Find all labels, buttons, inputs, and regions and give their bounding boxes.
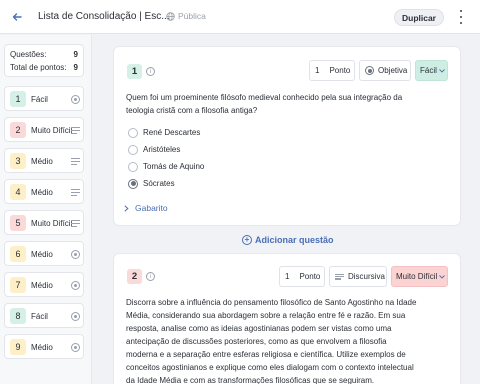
add-question-button[interactable]: + Adicionar questão (242, 235, 334, 245)
question-number-badge: 2 (127, 269, 142, 284)
sidebar-question-item[interactable]: 2 Muito Difícil (4, 117, 84, 142)
question-number-badge: 1 (127, 64, 142, 79)
info-icon[interactable]: i (146, 67, 155, 76)
question-number-badge: 1 (10, 91, 26, 107)
question-type-selector[interactable]: Objetiva (359, 60, 411, 81)
difficulty-label: Médio (31, 343, 53, 352)
question-number-badge: 3 (10, 153, 26, 169)
visibility-status: Pública (166, 11, 206, 21)
difficulty-label: Muito Difícil (31, 219, 73, 228)
difficulty-label: Fácil (31, 95, 48, 104)
question-number-badge: 4 (10, 184, 26, 200)
text-lines-icon (71, 219, 80, 228)
text-lines-icon (335, 273, 344, 281)
info-icon[interactable]: i (146, 272, 155, 281)
back-arrow-icon[interactable] (11, 11, 23, 23)
questions-count-value: 9 (73, 50, 78, 59)
list-stats: Questões: 9 Total de pontos: 9 (4, 44, 84, 77)
total-points-label: Total de pontos: (10, 63, 67, 72)
question-number-badge: 5 (10, 215, 26, 231)
question-text: Quem foi um proeminente filósofo medieva… (126, 93, 403, 115)
questions-count-row: Questões: 9 (10, 48, 78, 61)
sidebar-question-item[interactable]: 7 Médio (4, 272, 84, 297)
answer-option[interactable]: Tomás de Aquino (128, 161, 204, 172)
question-number-badge: 7 (10, 277, 26, 293)
add-question-label: Adicionar questão (255, 235, 334, 245)
option-label: Sócrates (143, 179, 175, 188)
difficulty-selector[interactable]: Fácil (415, 60, 448, 81)
question-sidebar: Questões: 9 Total de pontos: 9 1 Fácil 2 Mu… (0, 35, 92, 384)
answer-option[interactable]: René Descartes (128, 127, 200, 138)
plus-circle-icon: + (242, 235, 252, 245)
sidebar-question-item[interactable]: 4 Médio (4, 179, 84, 204)
chevron-down-icon (439, 274, 446, 279)
difficulty-label: Muito Difícil (31, 126, 73, 135)
points-label: Ponto (329, 66, 351, 75)
option-label: Aristóteles (143, 145, 181, 154)
total-points-value: 9 (73, 63, 78, 72)
sidebar-question-item[interactable]: 6 Médio (4, 241, 84, 266)
points-value: 1 (285, 272, 290, 281)
points-field[interactable]: 1 Ponto (309, 60, 355, 81)
text-lines-icon (71, 157, 80, 166)
duplicate-button[interactable]: Duplicar (394, 9, 444, 26)
radio-icon (71, 343, 80, 352)
question-number-badge: 2 (10, 122, 26, 138)
sidebar-question-item[interactable]: 9 Médio (4, 334, 84, 359)
difficulty-label: Fácil (31, 312, 48, 321)
question-number-badge: 6 (10, 246, 26, 262)
radio-icon (71, 95, 80, 104)
difficulty-label: Médio (31, 281, 53, 290)
chevron-right-icon (124, 204, 129, 212)
question-type-selector[interactable]: Discursiva (329, 266, 387, 287)
radio-icon (71, 250, 80, 259)
radio-icon[interactable] (128, 144, 138, 155)
difficulty-selector[interactable]: Muito Difícil (391, 266, 448, 287)
total-points-row: Total de pontos: 9 (10, 61, 78, 74)
sidebar-question-item[interactable]: 1 Fácil (4, 86, 84, 111)
option-label: Tomás de Aquino (143, 162, 205, 171)
radio-icon[interactable] (128, 127, 138, 138)
sidebar-question-item[interactable]: 8 Fácil (4, 303, 84, 328)
answer-option[interactable]: Aristóteles (128, 144, 180, 155)
question-type-label: Objetiva (378, 66, 408, 75)
chevron-down-icon (439, 68, 445, 73)
difficulty-label: Fácil (420, 66, 437, 75)
visibility-label: Pública (178, 11, 206, 21)
answer-option[interactable]: Sócrates (128, 178, 175, 189)
question-type-label: Discursiva (348, 272, 385, 281)
difficulty-label: Médio (31, 188, 53, 197)
globe-icon (166, 11, 175, 21)
points-value: 1 (315, 66, 320, 75)
points-field[interactable]: 1 Ponto (279, 266, 325, 287)
text-lines-icon (71, 126, 80, 135)
question-number-badge: 9 (10, 339, 26, 355)
answer-key-toggle[interactable]: Gabarito (124, 203, 168, 213)
difficulty-label: Médio (31, 250, 53, 259)
radio-icon[interactable] (128, 161, 138, 172)
question-card-1: 1 i 1 Ponto Objetiva Fácil Quem foi um p… (113, 46, 461, 226)
difficulty-label: Médio (31, 157, 53, 166)
text-lines-icon (71, 188, 80, 197)
points-label: Ponto (299, 272, 321, 281)
list-title[interactable]: Lista de Consolidação | Esc... (38, 11, 170, 22)
difficulty-label: Muito Difícil (396, 272, 438, 281)
radio-icon (71, 281, 80, 290)
more-options-icon[interactable] (458, 10, 464, 24)
radio-type-icon (365, 66, 374, 75)
answer-key-label: Gabarito (135, 203, 168, 213)
questions-count-label: Questões: (10, 50, 47, 59)
radio-selected-icon[interactable] (128, 178, 138, 189)
question-number-badge: 8 (10, 308, 26, 324)
radio-icon (71, 312, 80, 321)
sidebar-question-item[interactable]: 3 Médio (4, 148, 84, 173)
top-bar: Lista de Consolidação | Esc... Pública D… (0, 0, 480, 34)
question-text: Discorra sobre a influência do pensament… (126, 298, 417, 384)
option-label: René Descartes (143, 128, 201, 137)
question-card-2: 2 i 1 Ponto Discursiva Muito Difícil Dis… (113, 253, 461, 384)
sidebar-question-item[interactable]: 5 Muito Difícil (4, 210, 84, 235)
